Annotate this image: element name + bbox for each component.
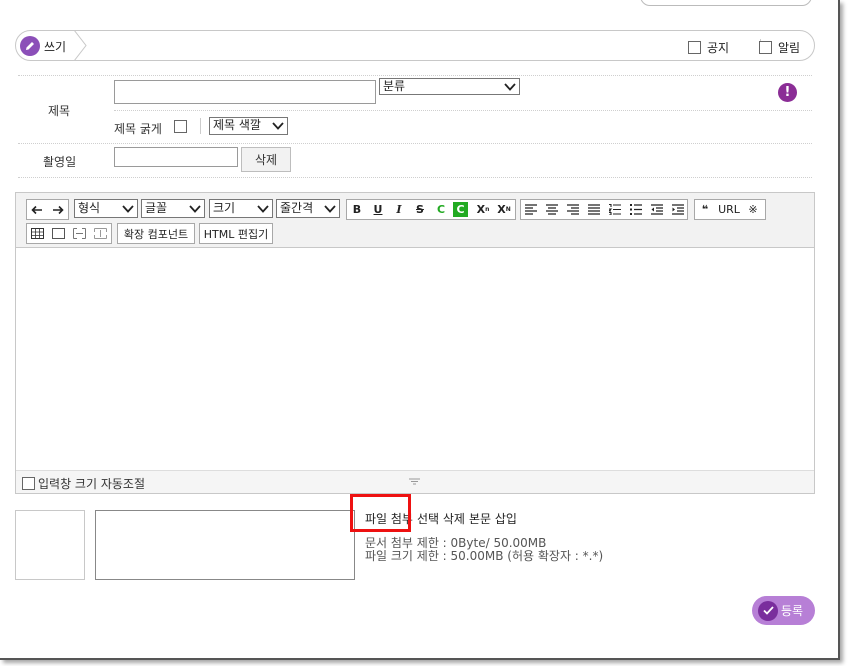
delete-selected-button[interactable]: 선택 삭제 xyxy=(417,512,465,526)
title-color-value: 제목 색깔 xyxy=(213,118,261,132)
divider xyxy=(200,118,201,134)
subscript-glyph: X xyxy=(497,203,506,216)
merge-cells-icon[interactable] xyxy=(69,224,89,243)
alert-checkbox[interactable] xyxy=(759,41,772,54)
format-select[interactable]: 형식 xyxy=(74,199,138,218)
divider xyxy=(18,177,812,178)
top-search-pill[interactable] xyxy=(640,0,812,6)
divider xyxy=(18,75,812,76)
outdent-icon[interactable] xyxy=(647,200,667,219)
title-bold-checkbox[interactable] xyxy=(174,120,187,133)
font-select[interactable]: 글꼴 xyxy=(141,199,205,218)
table-group xyxy=(26,223,112,244)
write-tab[interactable]: 쓰기 xyxy=(20,34,66,58)
font-select-value: 글꼴 xyxy=(145,201,168,215)
rich-text-editor: 형식 글꼴 크기 줄간격 B U I S C C Xn XN ❝ URL ※ 확… xyxy=(15,192,815,494)
alert-icon[interactable]: ! xyxy=(778,83,797,102)
board-write-header: 쓰기 공지 알림 xyxy=(15,30,815,61)
chevron-down-icon xyxy=(504,83,516,91)
editor-content-area[interactable] xyxy=(16,249,814,469)
line-height-select-value: 줄간격 xyxy=(280,201,314,215)
superscript-button[interactable]: Xn xyxy=(473,200,493,219)
undo-icon[interactable] xyxy=(27,200,47,219)
chevron-down-icon xyxy=(272,122,284,130)
url-button[interactable]: URL xyxy=(716,200,742,219)
pencil-icon xyxy=(20,36,40,56)
align-center-icon[interactable] xyxy=(542,200,562,219)
align-left-icon[interactable] xyxy=(521,200,541,219)
bg-color-button[interactable]: C xyxy=(453,202,468,217)
divider xyxy=(18,143,812,144)
extend-component-button[interactable]: 확장 컴포넌트 xyxy=(117,223,195,244)
breadcrumb-chevron-icon xyxy=(73,30,87,61)
category-select[interactable]: 분류 xyxy=(379,78,520,95)
auto-resize-checkbox[interactable] xyxy=(22,477,35,490)
indent-icon[interactable] xyxy=(668,200,688,219)
line-height-select[interactable]: 줄간격 xyxy=(276,199,340,218)
editor-footer: 입력창 크기 자동조절 xyxy=(16,470,814,493)
date-input[interactable] xyxy=(114,147,238,167)
chevron-down-icon xyxy=(122,205,134,213)
special-char-button[interactable]: ※ xyxy=(743,200,763,219)
strike-button[interactable]: S xyxy=(410,200,430,219)
size-select[interactable]: 크기 xyxy=(209,199,273,218)
align-right-icon[interactable] xyxy=(563,200,583,219)
editor-toolbar: 형식 글꼴 크기 줄간격 B U I S C C Xn XN ❝ URL ※ 확… xyxy=(16,193,814,248)
delete-date-button[interactable]: 삭제 xyxy=(241,147,291,172)
paragraph-group xyxy=(520,199,688,220)
alert-label: 알림 xyxy=(778,41,801,55)
text-style-group: B U I S C C Xn XN xyxy=(346,199,516,220)
subscript-button[interactable]: XN xyxy=(494,200,514,219)
title-input[interactable] xyxy=(114,80,376,104)
chevron-down-icon xyxy=(324,205,336,213)
insert-into-body-button[interactable]: 본문 삽입 xyxy=(469,512,517,526)
chevron-down-icon xyxy=(257,205,269,213)
unordered-list-icon[interactable] xyxy=(626,200,646,219)
attachment-file-list[interactable] xyxy=(95,510,355,580)
format-select-value: 형식 xyxy=(78,201,101,215)
history-group xyxy=(26,199,69,220)
align-justify-icon[interactable] xyxy=(584,200,604,219)
cell-icon[interactable] xyxy=(48,224,68,243)
highlight-box xyxy=(350,494,411,532)
notice-checkbox-group[interactable]: 공지 xyxy=(688,39,729,56)
superscript-glyph: X xyxy=(476,203,486,216)
redo-icon[interactable] xyxy=(48,200,68,219)
write-label: 쓰기 xyxy=(44,39,67,54)
notice-label: 공지 xyxy=(707,41,730,55)
check-icon xyxy=(758,600,778,621)
submit-button[interactable]: 등록 xyxy=(752,596,815,625)
category-select-value: 분류 xyxy=(383,79,406,93)
divider xyxy=(114,110,812,111)
table-icon[interactable] xyxy=(27,224,47,243)
auto-resize-label: 입력창 크기 자동조절 xyxy=(38,477,145,491)
underline-button[interactable]: U xyxy=(368,200,388,219)
font-color-button[interactable]: C xyxy=(431,200,451,219)
size-select-value: 크기 xyxy=(213,201,236,215)
html-editor-button[interactable]: HTML 편집기 xyxy=(199,223,273,244)
chevron-down-icon xyxy=(189,205,201,213)
title-label: 제목 xyxy=(48,104,71,118)
bold-button[interactable]: B xyxy=(347,200,367,219)
resize-handle-icon[interactable] xyxy=(409,478,420,485)
italic-button[interactable]: I xyxy=(389,200,409,219)
split-cells-icon[interactable] xyxy=(90,224,110,243)
file-size-limit: 파일 크기 제한 : 50.00MB (허용 확장자 : *.*) xyxy=(365,549,604,563)
quote-button[interactable]: ❝ xyxy=(695,200,715,219)
title-color-select[interactable]: 제목 색깔 xyxy=(209,117,288,135)
notice-checkbox[interactable] xyxy=(688,41,701,54)
attachment-preview xyxy=(15,510,85,580)
title-bold-label: 제목 굵게 xyxy=(114,122,162,136)
submit-label: 등록 xyxy=(781,604,804,618)
date-label: 촬영일 xyxy=(43,155,77,169)
insert-group: ❝ URL ※ xyxy=(694,199,766,220)
alert-checkbox-group[interactable]: 알림 xyxy=(759,39,800,56)
ordered-list-icon[interactable] xyxy=(605,200,625,219)
